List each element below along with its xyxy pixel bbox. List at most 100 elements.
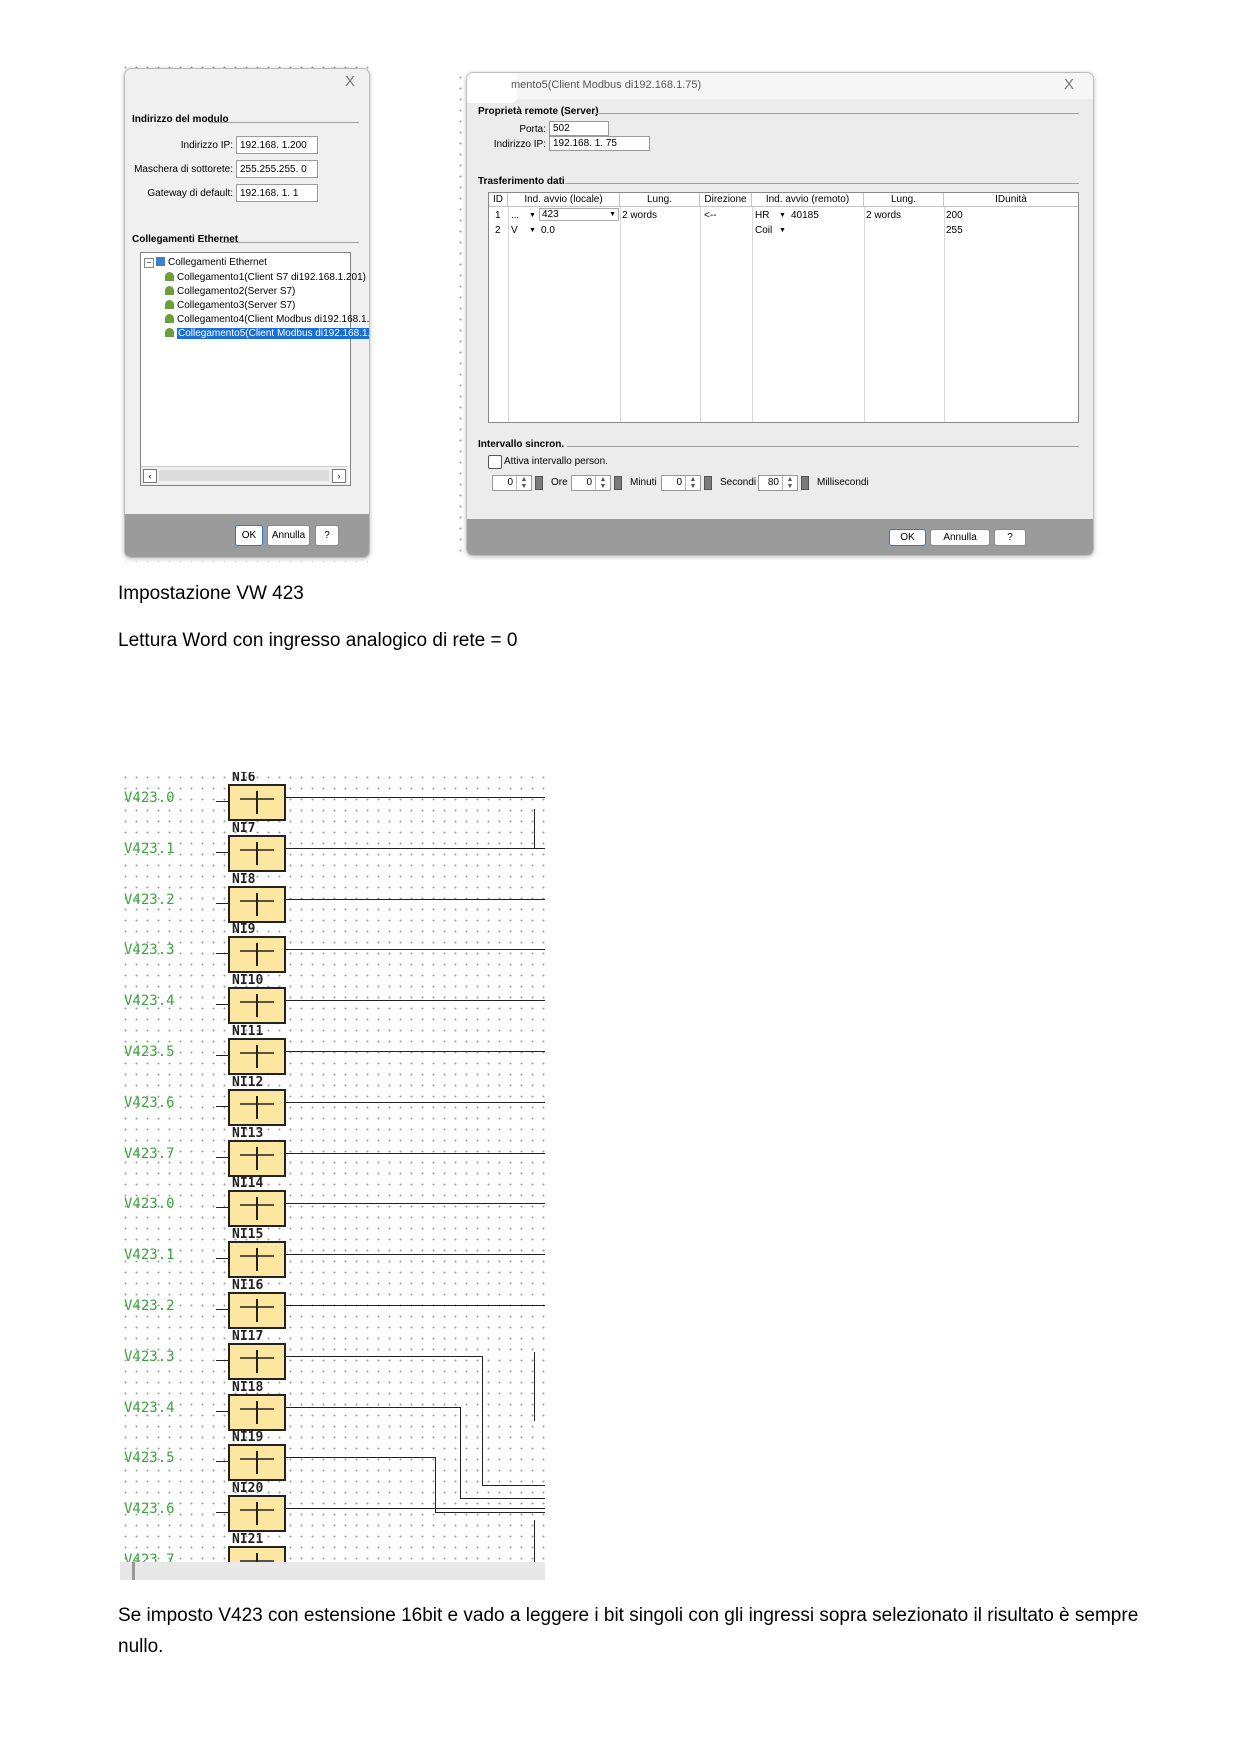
- seconds-spinner[interactable]: 0 ▲ ▼: [661, 475, 701, 491]
- tree-item-connection3[interactable]: Collegamento3(Server S7): [165, 299, 295, 313]
- milliseconds-slider[interactable]: [801, 476, 809, 490]
- network-input-block[interactable]: [228, 936, 286, 974]
- network-input-block[interactable]: [228, 1190, 286, 1228]
- dropdown-arrow-icon[interactable]: ▼: [609, 209, 616, 220]
- seconds-slider[interactable]: [704, 476, 712, 490]
- cancel-button[interactable]: Annulla: [267, 525, 310, 546]
- ip-address-input[interactable]: 192.168. 1.200: [236, 136, 318, 154]
- input-wire: [216, 851, 228, 853]
- spinner-arrows-icon[interactable]: ▲ ▼: [595, 476, 610, 490]
- ethernet-connections-tree[interactable]: − Collegamenti Ethernet Collegamento1(Cli…: [140, 252, 369, 486]
- row1-type[interactable]: ...: [511, 208, 519, 223]
- horizontal-scrollbar[interactable]: [120, 1562, 545, 1580]
- column-divider: [864, 207, 865, 422]
- tree-item-connection4[interactable]: Collegamento4(Client Modbus di192.168.1.…: [165, 313, 370, 327]
- cancel-button[interactable]: Annulla: [930, 529, 990, 546]
- row2-type-dropdown-icon[interactable]: ▼: [529, 223, 536, 238]
- minutes-spinner[interactable]: 0 ▲ ▼: [571, 475, 611, 491]
- network-input-block[interactable]: [228, 1342, 286, 1380]
- row1-remote-type[interactable]: HR: [755, 208, 769, 223]
- network-input-block[interactable]: [228, 1139, 286, 1177]
- hours-slider[interactable]: [535, 476, 543, 490]
- subnet-mask-label: Maschera di sottorete:: [134, 164, 233, 175]
- custom-interval-label: Attiva intervallo person.: [504, 456, 608, 467]
- tree-item-connection1[interactable]: Collegamento1(Client S7 di192.168.1.201): [165, 271, 366, 285]
- network-input-block[interactable]: [228, 1444, 286, 1482]
- row1-remote-start[interactable]: 40185: [791, 208, 819, 223]
- row1-remote-length: 2 words: [866, 210, 902, 221]
- scroll-left-icon[interactable]: ‹: [143, 469, 157, 483]
- network-icon: [156, 257, 165, 266]
- spinner-arrows-icon[interactable]: ▲ ▼: [685, 476, 700, 490]
- tree-item-connection5[interactable]: Collegamento5(Client Modbus di192.168.1.…: [165, 327, 369, 341]
- gateway-input[interactable]: 192.168. 1. 1: [236, 184, 318, 202]
- horizontal-scrollbar[interactable]: ‹ ›: [141, 466, 348, 485]
- port-input[interactable]: 502: [549, 121, 609, 136]
- network-input-label: NI15: [232, 1227, 264, 1243]
- connection-wire: [286, 1203, 545, 1205]
- row1-local-start-input[interactable]: 423 ▼: [539, 208, 619, 221]
- input-wire: [216, 1055, 228, 1056]
- network-input-block[interactable]: [228, 1241, 286, 1279]
- milliseconds-spinner[interactable]: 80 ▲ ▼: [758, 475, 798, 491]
- col-header-remote-start[interactable]: Ind. avvio (remoto): [752, 193, 864, 207]
- network-input-block[interactable]: [228, 987, 286, 1025]
- col-header-unit-id[interactable]: IDunità: [944, 193, 1078, 207]
- close-icon[interactable]: X: [1064, 76, 1074, 93]
- help-button[interactable]: ?: [994, 529, 1026, 546]
- ethernet-group-title: Collegamenti Ethernet: [132, 234, 239, 245]
- data-transfer-table[interactable]: ID Ind. avvio (locale) Lung. Direzione I…: [488, 192, 1079, 423]
- network-input-block[interactable]: [228, 784, 286, 821]
- help-button[interactable]: ?: [315, 525, 339, 546]
- remote-ip-input[interactable]: 192.168. 1. 75: [549, 136, 650, 151]
- spinner-arrows-icon[interactable]: ▲ ▼: [516, 476, 531, 490]
- row2-remote-dropdown-icon[interactable]: ▼: [779, 223, 786, 238]
- ok-button[interactable]: OK: [235, 525, 263, 546]
- tree-item-connection2[interactable]: Collegamento2(Server S7): [165, 285, 295, 299]
- network-input-block[interactable]: [228, 885, 286, 923]
- col-header-direction[interactable]: Direzione: [700, 193, 752, 207]
- row2-unit-id[interactable]: 255: [946, 223, 963, 238]
- input-wire: [216, 801, 228, 802]
- input-wire: [216, 902, 228, 904]
- row1-remote-dropdown-icon[interactable]: ▼: [779, 208, 786, 223]
- network-input-label: NI12: [232, 1074, 264, 1090]
- network-input-block[interactable]: [228, 1088, 286, 1126]
- row2-local-start[interactable]: 0.0: [541, 223, 555, 238]
- group-divider: [209, 122, 359, 123]
- row2-type[interactable]: V: [511, 223, 518, 238]
- col-header-length[interactable]: Lung.: [620, 193, 700, 207]
- connection-wire: [435, 1457, 436, 1513]
- col-header-local-start[interactable]: Ind. avvio (locale): [508, 193, 620, 207]
- caption-word-read: Lettura Word con ingresso analogico di r…: [118, 630, 518, 651]
- collapse-icon[interactable]: −: [144, 258, 154, 268]
- network-input-block[interactable]: [228, 1495, 286, 1533]
- spinner-arrows-icon[interactable]: ▲ ▼: [782, 476, 797, 490]
- network-input-label: NI11: [232, 1024, 264, 1039]
- col-header-id[interactable]: ID: [489, 193, 508, 207]
- hours-spinner[interactable]: 0 ▲ ▼: [492, 475, 532, 491]
- scroll-thumb[interactable]: [159, 470, 329, 481]
- network-input-block[interactable]: [228, 1038, 286, 1075]
- minutes-slider[interactable]: [614, 476, 622, 490]
- network-input-label: NI8: [232, 871, 256, 887]
- tree-item-label: Collegamento2(Server S7): [177, 286, 296, 297]
- close-icon[interactable]: X: [345, 73, 355, 90]
- network-input-label: NI9: [232, 922, 256, 938]
- ok-button[interactable]: OK: [889, 529, 926, 546]
- subnet-mask-input[interactable]: 255.255.255. 0: [236, 160, 318, 178]
- custom-interval-checkbox[interactable]: [488, 455, 502, 469]
- tree-item-label: Collegamento4(Client Modbus di192.168.1.…: [177, 314, 370, 325]
- tree-root[interactable]: − Collegamenti Ethernet: [144, 256, 267, 270]
- hours-value: 0: [507, 477, 513, 488]
- row1-unit-id[interactable]: 200: [946, 208, 963, 223]
- scroll-thumb[interactable]: [132, 1562, 135, 1580]
- scroll-right-icon[interactable]: ›: [332, 469, 346, 483]
- connection-wire: [286, 949, 545, 951]
- row2-remote-type[interactable]: Coil: [755, 223, 772, 238]
- network-input-block[interactable]: [228, 834, 286, 872]
- col-header-remote-length[interactable]: Lung.: [864, 193, 944, 207]
- network-input-block[interactable]: [228, 1292, 286, 1329]
- row1-type-dropdown-icon[interactable]: ▼: [529, 208, 536, 223]
- network-input-block[interactable]: [228, 1393, 286, 1431]
